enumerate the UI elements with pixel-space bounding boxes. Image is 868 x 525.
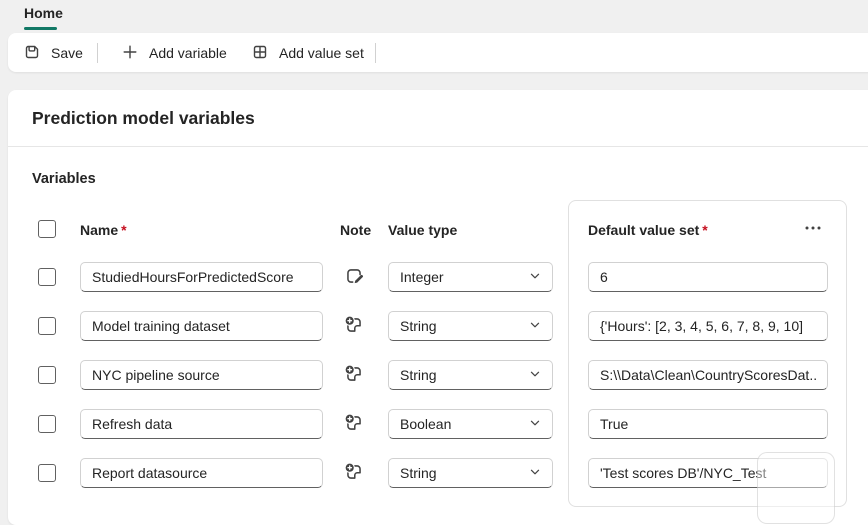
variable-name-input[interactable]	[80, 409, 323, 439]
variable-name-input[interactable]	[80, 262, 323, 292]
chevron-down-icon	[527, 415, 543, 434]
value-type-dropdown[interactable]: String	[388, 458, 553, 488]
toolbar-divider	[375, 43, 376, 63]
add-note-button[interactable]	[343, 315, 365, 337]
column-header-note: Note	[340, 221, 371, 239]
tab-home[interactable]: Home	[24, 5, 63, 21]
value-type-dropdown[interactable]: String	[388, 360, 553, 390]
row-checkbox[interactable]	[38, 464, 56, 482]
required-asterisk: *	[118, 222, 126, 238]
add-variable-button[interactable]: Add variable	[120, 41, 227, 65]
chevron-down-icon	[527, 317, 543, 336]
add-variable-label: Add variable	[149, 45, 227, 61]
variable-name-input[interactable]	[80, 311, 323, 341]
note-edit-icon	[343, 265, 365, 290]
add-note-button[interactable]	[343, 413, 365, 435]
add-note-button[interactable]	[343, 364, 365, 386]
section-title: Variables	[32, 169, 96, 189]
default-value-input[interactable]	[588, 311, 828, 341]
save-button[interactable]: Save	[22, 41, 83, 65]
card-divider	[8, 146, 868, 147]
add-value-set-button[interactable]: Add value set	[250, 41, 364, 65]
value-type-dropdown[interactable]: Integer	[388, 262, 553, 292]
save-label: Save	[51, 45, 83, 61]
row-checkbox[interactable]	[38, 366, 56, 384]
chevron-down-icon	[527, 366, 543, 385]
row-checkbox[interactable]	[38, 415, 56, 433]
default-value-input[interactable]	[588, 262, 828, 292]
column-header-name: Name*	[80, 221, 127, 239]
select-all-checkbox[interactable]	[38, 220, 56, 238]
save-icon	[22, 42, 42, 65]
row-checkbox[interactable]	[38, 268, 56, 286]
chevron-down-icon	[527, 268, 543, 287]
column-header-default-value-set: Default value set*	[588, 221, 708, 239]
more-options-button[interactable]	[798, 217, 828, 241]
toolbar-divider	[97, 43, 98, 63]
page-title: Prediction model variables	[32, 105, 255, 131]
variable-name-input[interactable]	[80, 458, 323, 488]
note-add-icon	[343, 461, 365, 486]
active-tab-indicator	[24, 27, 57, 30]
row-checkbox[interactable]	[38, 317, 56, 335]
note-add-icon	[343, 363, 365, 388]
chevron-down-icon	[527, 464, 543, 483]
plus-icon	[120, 42, 140, 65]
edit-note-button[interactable]	[343, 266, 365, 288]
table-grid-icon	[250, 42, 270, 65]
value-type-dropdown[interactable]: Boolean	[388, 409, 553, 439]
prediction-model-variables-app: { "tabs": { "home": "Home" }, "toolbar":…	[0, 0, 868, 513]
add-value-set-label: Add value set	[279, 45, 364, 61]
note-add-icon	[343, 412, 365, 437]
value-type-dropdown[interactable]: String	[388, 311, 553, 341]
ellipsis-icon	[802, 218, 824, 241]
add-note-button[interactable]	[343, 462, 365, 484]
column-header-value-type: Value type	[388, 221, 457, 239]
default-value-input[interactable]	[588, 360, 828, 390]
default-value-input[interactable]	[588, 409, 828, 439]
variable-name-input[interactable]	[80, 360, 323, 390]
required-asterisk: *	[699, 222, 707, 238]
default-value-input[interactable]	[588, 458, 828, 488]
note-add-icon	[343, 314, 365, 339]
